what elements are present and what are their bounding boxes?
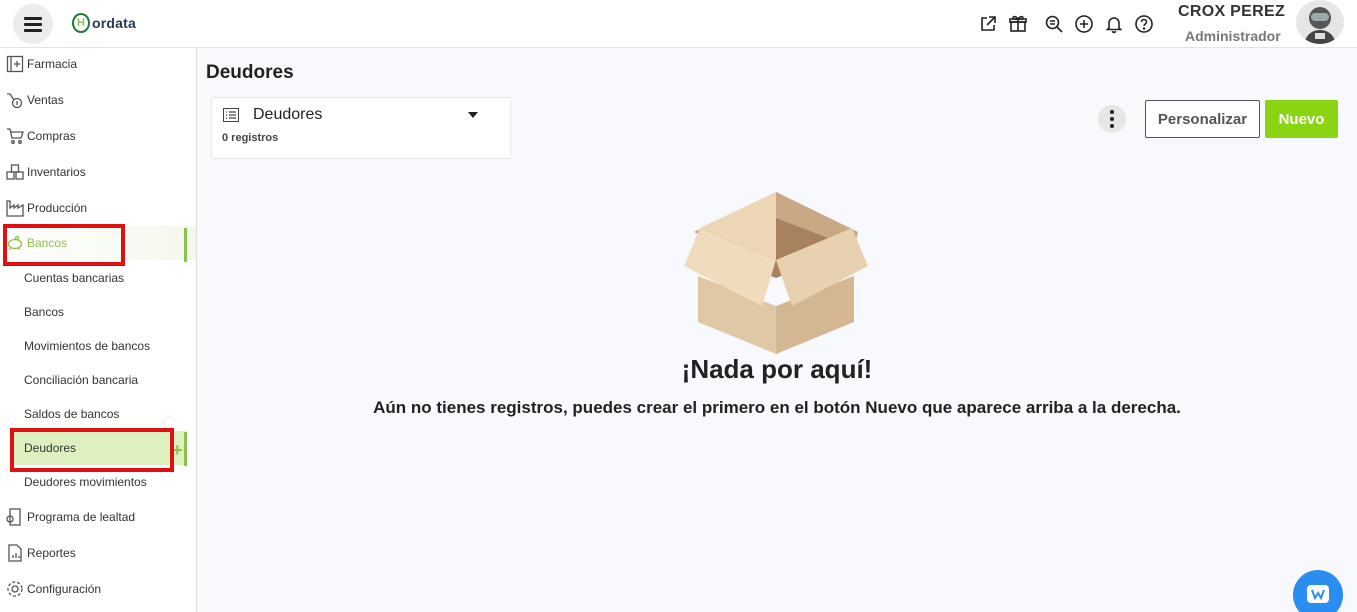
sidebar-item-ventas[interactable]: Ventas xyxy=(0,83,196,117)
chevron-down-icon[interactable] xyxy=(468,112,478,118)
sidebar: Farmacia Ventas Compras Inventarios Prod… xyxy=(0,48,197,612)
sidebar-item-label: Reportes xyxy=(27,546,76,560)
loyalty-icon xyxy=(4,506,26,528)
more-options-button[interactable] xyxy=(1098,105,1126,133)
bell-icon[interactable] xyxy=(1102,12,1126,36)
cart-icon xyxy=(4,125,26,147)
hamburger-line xyxy=(24,16,42,20)
page-title: Deudores xyxy=(206,62,294,83)
pharmacy-icon xyxy=(4,53,26,75)
external-link-icon[interactable] xyxy=(976,12,1000,36)
active-indicator xyxy=(184,228,187,262)
factory-icon xyxy=(4,197,26,219)
sidebar-subitem-saldos-de-bancos[interactable]: Saldos de bancos xyxy=(0,397,196,431)
dot xyxy=(1110,124,1114,128)
sidebar-subitem-conciliacion-bancaria[interactable]: Conciliación bancaria xyxy=(0,363,196,397)
list-icon xyxy=(223,108,239,122)
logo-text: ordata xyxy=(92,15,136,31)
sidebar-subitem-bancos[interactable]: Bancos xyxy=(0,295,196,329)
help-icon[interactable] xyxy=(1132,12,1156,36)
sidebar-subitem-cuentas-bancarias[interactable]: Cuentas bancarias xyxy=(0,261,196,295)
user-role: Administrador xyxy=(1185,28,1281,44)
nuevo-button[interactable]: Nuevo xyxy=(1265,100,1338,138)
sidebar-item-farmacia[interactable]: Farmacia xyxy=(0,47,196,81)
record-count: 0 registros xyxy=(222,132,279,144)
personalizar-button[interactable]: Personalizar xyxy=(1145,100,1260,138)
logo-mark: H xyxy=(72,13,90,33)
empty-box-illustration xyxy=(684,192,868,354)
menu-toggle-button[interactable] xyxy=(13,4,53,44)
chat-icon xyxy=(1307,585,1329,603)
app-logo[interactable]: H ordata xyxy=(72,13,136,33)
sidebar-item-label: Configuración xyxy=(27,582,102,596)
sidebar-item-label: Compras xyxy=(27,129,76,143)
inventory-icon xyxy=(4,161,26,183)
hamburger-line xyxy=(24,22,42,26)
sidebar-item-label: Ventas xyxy=(27,93,64,107)
view-selector[interactable]: Deudores 0 registros xyxy=(211,97,511,159)
dot xyxy=(1110,117,1114,121)
sidebar-item-programa-de-lealtad[interactable]: Programa de lealtad xyxy=(0,500,196,534)
main-content: Deudores Deudores 0 registros Personaliz… xyxy=(197,48,1357,612)
sidebar-item-reportes[interactable]: Reportes xyxy=(0,536,196,570)
selected-subitem-indicator xyxy=(184,432,187,466)
search-doc-icon[interactable] xyxy=(1042,12,1066,36)
gear-icon xyxy=(4,578,26,600)
sidebar-item-inventarios[interactable]: Inventarios xyxy=(0,155,196,189)
report-icon xyxy=(4,542,26,564)
sidebar-subitem-movimientos-de-bancos[interactable]: Movimientos de bancos xyxy=(0,329,196,363)
highlight-box-deudores xyxy=(10,428,174,472)
sidebar-item-label: Farmacia xyxy=(27,57,78,71)
empty-state-description: Aún no tienes registros, puedes crear el… xyxy=(373,398,1181,417)
highlight-box-bancos xyxy=(3,224,125,266)
dot xyxy=(1110,110,1114,114)
top-bar: H ordata CROX PEREZ Administrador xyxy=(0,0,1357,48)
chat-support-button[interactable] xyxy=(1293,570,1343,612)
plus-circle-icon[interactable] xyxy=(1072,12,1096,36)
user-name[interactable]: CROX PEREZ xyxy=(1178,3,1285,21)
sidebar-item-label: Programa de lealtad xyxy=(27,510,136,524)
gift-icon[interactable] xyxy=(1006,12,1030,36)
empty-state-title: ¡Nada por aquí! xyxy=(681,354,873,384)
top-icons xyxy=(976,12,1162,36)
sidebar-item-configuracion[interactable]: Configuración xyxy=(0,572,196,606)
hamburger-line xyxy=(24,28,42,32)
view-name: Deudores xyxy=(253,106,323,123)
sidebar-item-label: Inventarios xyxy=(27,165,86,179)
sidebar-item-produccion[interactable]: Producción xyxy=(0,191,196,225)
sidebar-item-label: Producción xyxy=(27,201,88,215)
avatar[interactable] xyxy=(1296,0,1344,44)
sidebar-item-compras[interactable]: Compras xyxy=(0,119,196,153)
sales-icon xyxy=(4,89,26,111)
